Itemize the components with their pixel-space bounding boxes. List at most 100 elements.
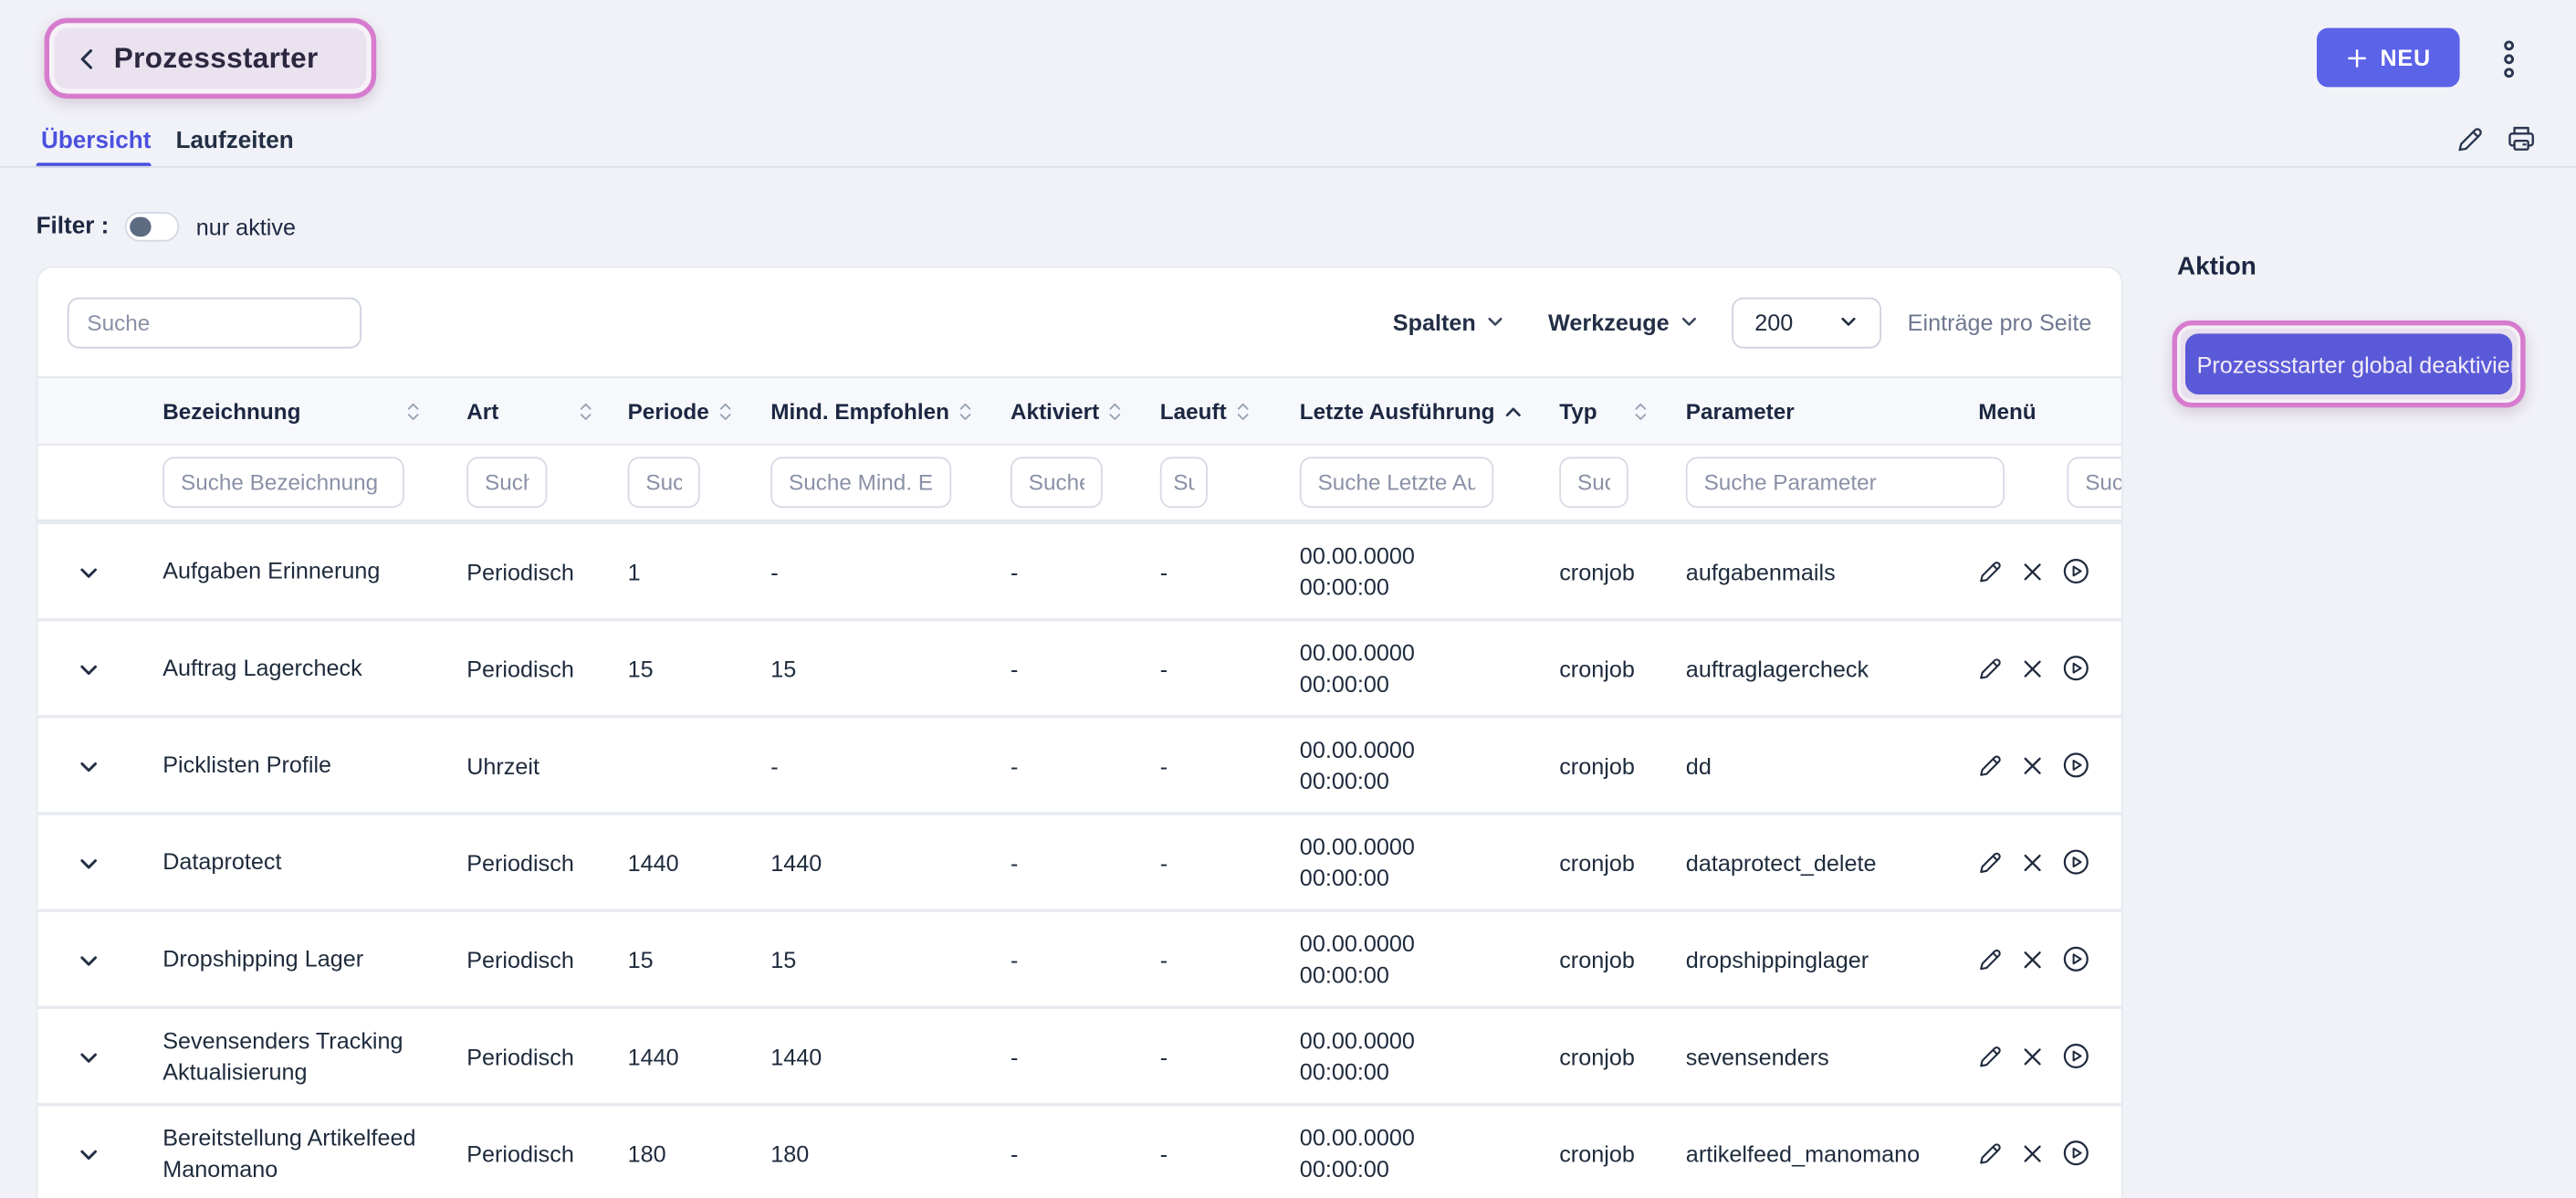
cell-typ: cronjob xyxy=(1559,1043,1686,1069)
cell-laeuft: - xyxy=(1160,655,1300,681)
cell-laeuft: - xyxy=(1160,752,1300,779)
filter-bezeichnung-input[interactable] xyxy=(162,457,404,508)
edit-row-icon[interactable] xyxy=(1976,558,2003,584)
search-input[interactable] xyxy=(68,297,361,348)
filter-toggle-text: nur aktive xyxy=(196,214,296,240)
filter-mind-empfohlen-input[interactable] xyxy=(770,457,951,508)
entries-per-page-label: Einträge pro Seite xyxy=(1908,309,2092,335)
table-row: Dropshipping Lager Periodisch 15 15 - - … xyxy=(37,909,2122,1005)
run-row-icon[interactable] xyxy=(2062,751,2090,780)
action-panel-title: Aktion xyxy=(2177,253,2257,282)
edit-icon[interactable] xyxy=(2455,125,2484,154)
run-row-icon[interactable] xyxy=(2062,1042,2090,1070)
neu-button[interactable]: NEU xyxy=(2317,28,2460,88)
expand-row-icon[interactable] xyxy=(78,658,100,681)
back-button[interactable] xyxy=(70,42,103,75)
edit-row-icon[interactable] xyxy=(1976,655,2003,681)
expand-row-icon[interactable] xyxy=(78,1046,100,1069)
cell-typ: cronjob xyxy=(1559,655,1686,681)
cell-typ: cronjob xyxy=(1559,558,1686,584)
filter-menu-input[interactable] xyxy=(2067,457,2122,508)
page-size-value: 200 xyxy=(1754,309,1793,335)
col-header-parameter[interactable]: Parameter xyxy=(1686,399,1957,424)
expand-row-icon[interactable] xyxy=(78,950,100,972)
cell-aktiviert: - xyxy=(1011,558,1160,584)
cell-mind-empfohlen: - xyxy=(770,752,1011,779)
cell-mind-empfohlen: 15 xyxy=(770,946,1011,972)
cell-letzte-ausfuehrung: 00.00.0000 00:00:00 xyxy=(1300,1122,1559,1184)
cell-parameter: dropshippinglager xyxy=(1686,946,1957,972)
expand-row-icon[interactable] xyxy=(78,562,100,584)
print-icon[interactable] xyxy=(2506,123,2537,154)
sort-asc-icon xyxy=(1504,405,1521,417)
col-header-art[interactable]: Art xyxy=(466,399,627,424)
werkzeuge-dropdown[interactable]: Werkzeuge xyxy=(1548,309,1699,335)
cell-art: Periodisch xyxy=(466,1140,627,1166)
cell-mind-empfohlen: 180 xyxy=(770,1140,1011,1166)
run-row-icon[interactable] xyxy=(2062,848,2090,877)
col-header-bezeichnung[interactable]: Bezeichnung xyxy=(162,399,466,424)
col-header-aktiviert[interactable]: Aktiviert xyxy=(1011,399,1160,424)
sort-icon xyxy=(579,400,593,421)
filter-typ-input[interactable] xyxy=(1559,457,1628,508)
col-header-mind-empfohlen[interactable]: Mind. Empfohlen xyxy=(770,399,1011,424)
cell-laeuft: - xyxy=(1160,1140,1300,1166)
process-table: Bezeichnung Art Periode Mind. Empfohlen … xyxy=(37,376,2122,1198)
edit-row-icon[interactable] xyxy=(1976,752,2003,779)
cell-parameter: aufgabenmails xyxy=(1686,558,1957,584)
expand-row-icon[interactable] xyxy=(78,1143,100,1166)
app-stage: Prozessstarter NEU Übersicht Laufzeiten … xyxy=(0,0,2576,1198)
nur-aktive-toggle[interactable] xyxy=(125,212,179,241)
cell-parameter: auftraglagercheck xyxy=(1686,655,1957,681)
table-toolbar: Spalten Werkzeuge 200 Einträge pro Seite xyxy=(37,268,2120,376)
filter-periode-input[interactable] xyxy=(628,457,700,508)
filter-laeuft-input[interactable] xyxy=(1160,457,1208,508)
delete-row-icon[interactable] xyxy=(2021,1045,2044,1067)
filter-aktiviert-input[interactable] xyxy=(1011,457,1103,508)
edit-row-icon[interactable] xyxy=(1976,946,2003,972)
row-actions xyxy=(1957,945,2123,973)
col-header-typ[interactable]: Typ xyxy=(1559,399,1686,424)
delete-row-icon[interactable] xyxy=(2021,657,2044,679)
cell-letzte-ausfuehrung: 00.00.0000 00:00:00 xyxy=(1300,637,1559,699)
cell-letzte-ausfuehrung: 00.00.0000 00:00:00 xyxy=(1300,540,1559,602)
delete-row-icon[interactable] xyxy=(2021,560,2044,583)
cell-aktiviert: - xyxy=(1011,946,1160,972)
delete-row-icon[interactable] xyxy=(2021,851,2044,874)
sort-icon xyxy=(717,400,732,421)
run-row-icon[interactable] xyxy=(2062,654,2090,682)
global-deactivate-button[interactable]: Prozessstarter global deaktivier xyxy=(2185,333,2512,394)
delete-row-icon[interactable] xyxy=(2021,753,2044,776)
delete-row-icon[interactable] xyxy=(2021,948,2044,971)
tab-uebersicht[interactable]: Übersicht xyxy=(41,128,151,154)
page-title: Prozessstarter xyxy=(103,41,371,76)
expand-row-icon[interactable] xyxy=(78,853,100,876)
tab-laufzeiten[interactable]: Laufzeiten xyxy=(176,128,294,154)
col-header-periode[interactable]: Periode xyxy=(628,399,771,424)
row-actions xyxy=(1957,1139,2123,1167)
table-row: Dataprotect Periodisch 1440 1440 - - 00.… xyxy=(37,812,2122,909)
run-row-icon[interactable] xyxy=(2062,1139,2090,1167)
spalten-dropdown[interactable]: Spalten xyxy=(1393,309,1505,335)
table-card: Spalten Werkzeuge 200 Einträge pro Seite xyxy=(37,267,2123,1198)
cell-periode: 15 xyxy=(628,946,771,972)
cell-periode: 15 xyxy=(628,655,771,681)
run-row-icon[interactable] xyxy=(2062,945,2090,973)
edit-row-icon[interactable] xyxy=(1976,1043,2003,1069)
chevron-down-icon xyxy=(1679,312,1699,332)
kebab-menu-icon[interactable] xyxy=(2501,39,2518,79)
run-row-icon[interactable] xyxy=(2062,557,2090,585)
col-header-letzte-ausfuehrung[interactable]: Letzte Ausführung xyxy=(1300,399,1559,424)
cell-periode: 1440 xyxy=(628,849,771,876)
page-size-select[interactable]: 200 xyxy=(1732,297,1881,348)
edit-row-icon[interactable] xyxy=(1976,1140,2003,1166)
cell-typ: cronjob xyxy=(1559,946,1686,972)
delete-row-icon[interactable] xyxy=(2021,1141,2044,1164)
app-viewport: Prozessstarter NEU Übersicht Laufzeiten … xyxy=(0,0,2576,1198)
filter-letzte-ausfuehrung-input[interactable] xyxy=(1300,457,1493,508)
filter-art-input[interactable] xyxy=(466,457,547,508)
col-header-laeuft[interactable]: Laeuft xyxy=(1160,399,1300,424)
edit-row-icon[interactable] xyxy=(1976,849,2003,876)
expand-row-icon[interactable] xyxy=(78,755,100,778)
cell-mind-empfohlen: - xyxy=(770,558,1011,584)
